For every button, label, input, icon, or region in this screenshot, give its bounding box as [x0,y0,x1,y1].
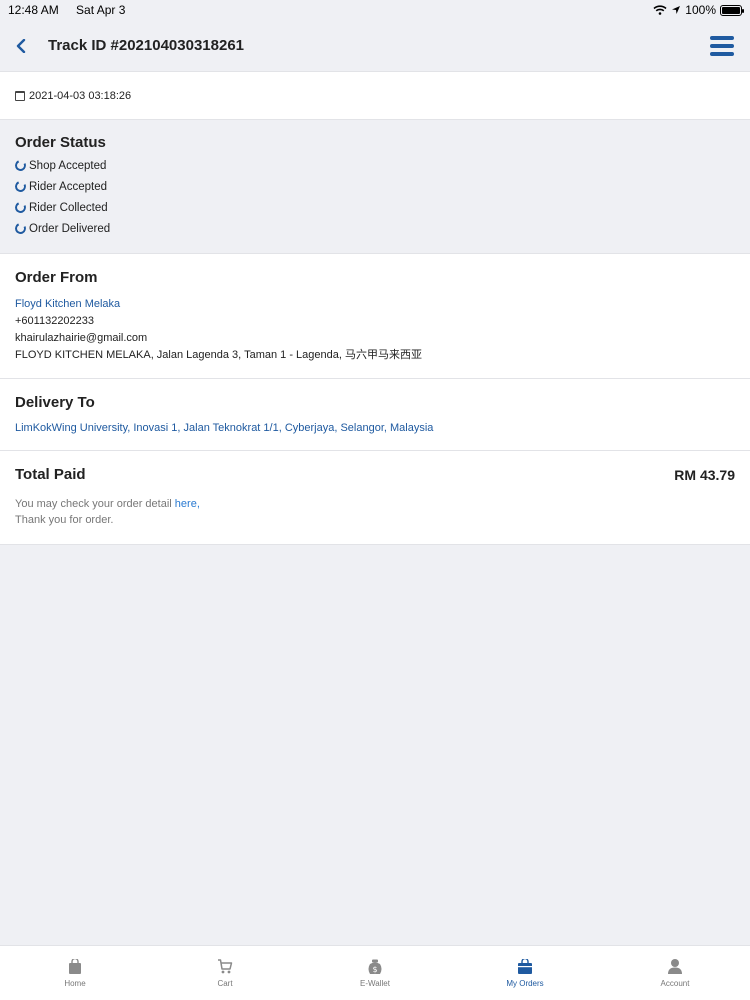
delivery-to-section: Delivery To LimKokWing University, Inova… [0,379,750,451]
order-date-row: 2021-04-03 03:18:26 [15,72,735,119]
status-left: 12:48 AM Sat Apr 3 [8,3,139,17]
menu-bar [710,51,734,56]
battery-icon [720,4,744,16]
delivery-to-title: Delivery To [15,394,95,411]
order-status-section: Order Status Shop Accepted Rider Accepte… [0,120,750,254]
tab-my-orders[interactable]: My Orders [450,958,600,988]
shop-email: khairulazhairie@gmail.com [15,332,148,344]
header: Track ID #202104030318261 [0,20,750,72]
tab-label: My Orders [506,978,544,988]
svg-text:$: $ [372,965,377,974]
status-right: 100% [653,3,744,17]
tab-cart[interactable]: Cart [150,959,300,988]
status-label: Order Delivered [29,222,111,235]
location-icon [672,6,681,14]
progress-icon [13,158,28,173]
menu-bar [710,35,734,40]
status-item-rider-accepted: Rider Accepted [13,179,735,194]
total-row: Total Paid RM 43.79 [15,466,735,483]
status-label: Rider Accepted [29,180,107,193]
order-detail-link[interactable]: here, [175,498,200,510]
total-amount: RM 43.79 [674,466,735,483]
status-item-order-delivered: Order Delivered [13,221,735,236]
calendar-icon [15,90,25,101]
status-item-rider-collected: Rider Collected [13,200,735,215]
tab-bar: Home Cart $ E-Wallet My Orders Account [0,945,750,1000]
page-title: Track ID #202104030318261 [48,37,245,54]
status-time: 12:48 AM [8,3,59,17]
tab-label: Account [660,978,690,988]
total-paid-title: Total Paid [15,466,86,483]
order-from-title: Order From [15,269,98,286]
order-from-section: Order From Floyd Kitchen Melaka +6011322… [0,254,750,379]
status-label: Rider Collected [29,201,108,214]
status-bar: 12:48 AM Sat Apr 3 100% [0,0,750,20]
thank-you-text: Thank you for order. [15,514,114,526]
tab-e-wallet[interactable]: $ E-Wallet [300,959,450,988]
wallet-icon: $ [367,959,383,975]
menu-bar [710,43,734,48]
progress-icon [13,200,28,215]
battery-label: 100% [685,3,716,17]
tab-label: Cart [217,978,233,988]
cart-icon [217,959,233,975]
bag-icon [67,958,83,975]
progress-icon [13,221,28,236]
tab-label: E-Wallet [360,978,390,988]
note-text: You may check your order detail [15,498,175,510]
orders-icon [517,958,533,975]
tab-home[interactable]: Home [0,958,150,988]
order-date: 2021-04-03 03:18:26 [29,89,132,102]
menu-button[interactable] [710,35,734,56]
delivery-address-link[interactable]: LimKokWing University, Inovasi 1, Jalan … [15,422,735,434]
total-paid-section: Total Paid RM 43.79 You may check your o… [0,451,750,545]
shop-phone: +601132202233 [15,315,95,327]
progress-icon [13,179,28,194]
shop-name-link[interactable]: Floyd Kitchen Melaka [15,298,735,311]
account-icon [667,959,683,975]
tab-label: Home [64,978,86,988]
status-item-shop-accepted: Shop Accepted [13,158,735,173]
tab-account[interactable]: Account [600,959,750,988]
status-label: Shop Accepted [29,159,107,172]
wifi-icon [653,5,667,15]
back-button[interactable] [16,34,34,58]
order-note: You may check your order detail here, Th… [15,496,735,528]
shop-address: FLOYD KITCHEN MELAKA, Jalan Lagenda 3, T… [15,349,422,361]
status-date: Sat Apr 3 [76,3,126,17]
order-status-title: Order Status [15,134,106,151]
chevron-left-icon [16,38,26,53]
order-date-section: 2021-04-03 03:18:26 [0,72,750,120]
